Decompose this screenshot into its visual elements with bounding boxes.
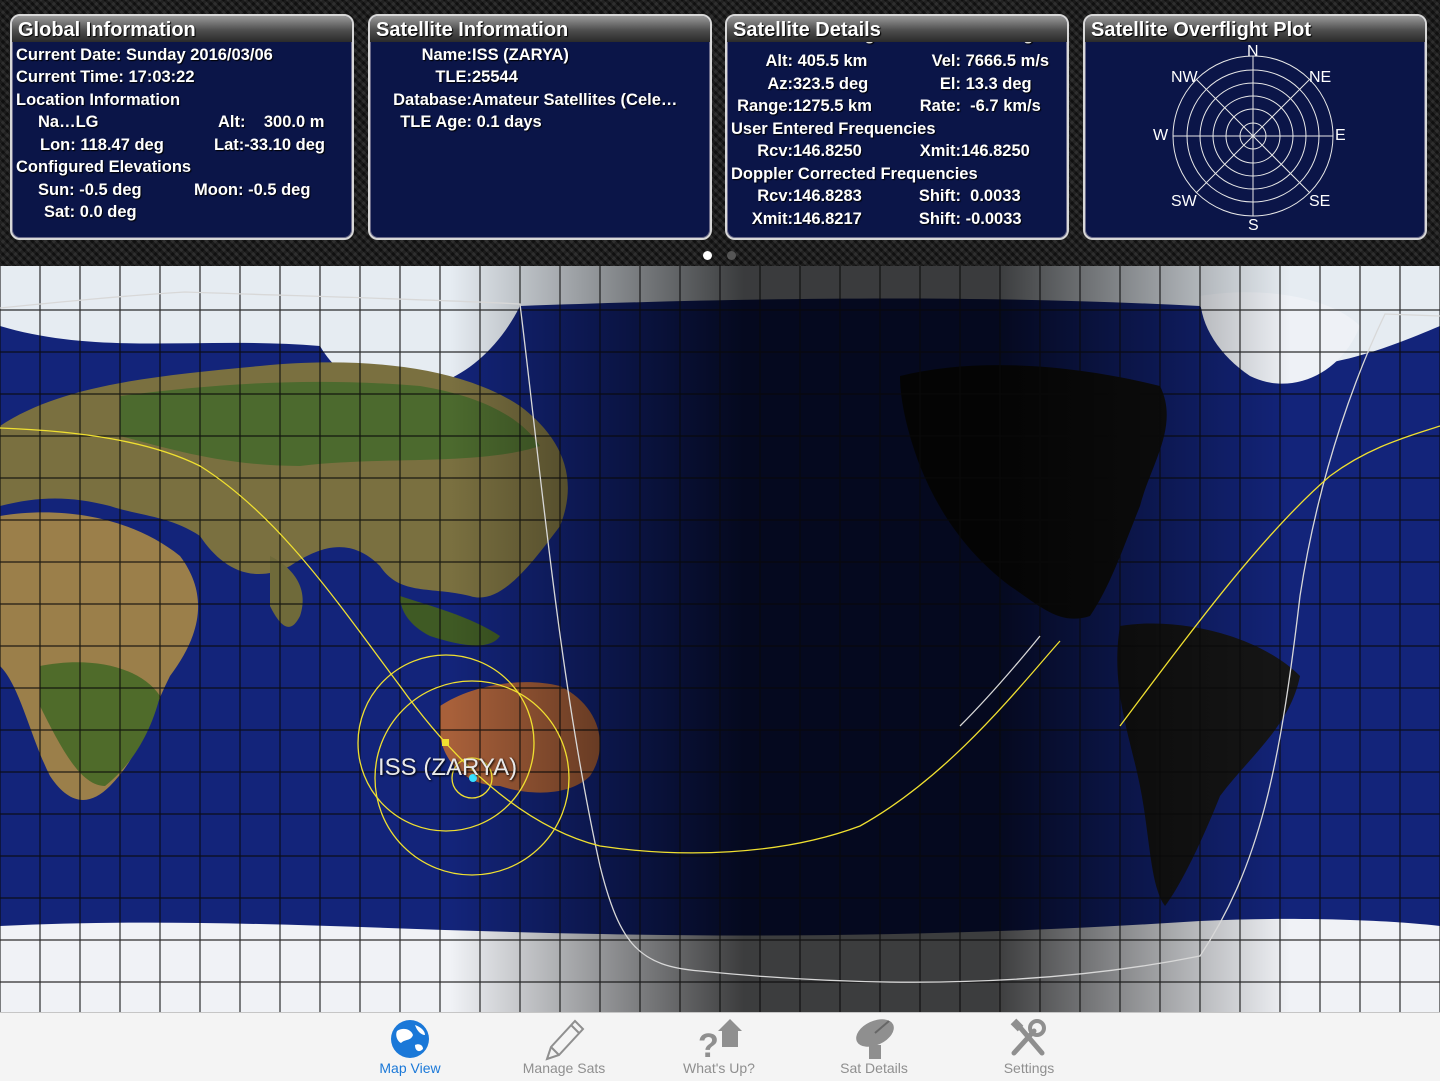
sat-database-row: Database:Amateur Satellites (Cele… [393,91,678,109]
globe-icon [391,1020,429,1058]
sun-elevation-row: Sun: -0.5 deg [38,181,142,199]
tab-label: Sat Details [840,1060,908,1076]
sat-elevation-row: Sat: 0.0 deg [44,203,137,221]
global-information-panel: Global Information Current Date: Sunday … [10,14,354,240]
compass-ne: NE [1309,69,1331,86]
map-canvas[interactable] [0,266,1440,1012]
overflight-plot-panel: Satellite Overflight Plot N NE E SE S SW… [1083,14,1427,240]
doppler-shift-row: Shift: 0.0033 [918,187,1021,205]
page-indicator[interactable] [703,250,743,262]
panel-title: Global Information [12,16,352,42]
question-house-icon: ? [698,1019,742,1061]
rate-row: Rate: -6.7 km/s [919,97,1041,115]
tab-sat-details[interactable]: Sat Details [809,1013,939,1081]
compass-s: S [1248,217,1259,234]
info-panels-strip: Global Information Current Date: Sunday … [0,0,1440,266]
user-frequencies-header: User Entered Frequencies [731,120,936,138]
tab-map-view[interactable]: Map View [345,1013,475,1081]
compass-n: N [1247,43,1259,60]
page-dot[interactable] [727,251,736,260]
sat-tle-age-row: TLE Age: 0.1 days [400,113,542,131]
current-date-row: Current Date: Sunday 2016/03/06 [16,46,273,64]
panel-title: Satellite Information [370,16,710,42]
location-alt-row: Alt: 300.0 m [218,113,325,131]
sat-tle-row: TLE:25544 [435,68,518,86]
tab-label: Map View [379,1060,441,1076]
dish-icon [856,1019,894,1059]
tab-label: Settings [1003,1060,1055,1076]
el-row: El: 13.3 deg [939,75,1032,93]
world-map[interactable]: ISS (ZARYA) [0,266,1440,1012]
doppler-shift2-row: Shift: -0.0033 [918,210,1022,228]
page-dot-active[interactable] [703,251,712,260]
tab-whats-up[interactable]: ? What's Up? [654,1013,784,1081]
svg-text:?: ? [698,1027,719,1061]
location-name: Na…LG [38,113,99,131]
tab-settings[interactable]: Settings [964,1013,1094,1081]
xmit-row: Xmit:146.8250 [919,142,1030,160]
polar-plot: N NE E SE S SW W NW [1153,43,1346,234]
sat-name-row: Name:ISS (ZARYA) [421,46,569,64]
tab-label: What's Up? [683,1060,755,1076]
elevations-header: Configured Elevations [16,158,192,176]
night-shadow [450,266,1290,1012]
compass-e: E [1335,127,1346,144]
satellite-marker[interactable] [442,739,449,746]
satellite-details-panel[interactable]: Lon: 111.6 deg Lat: -24.0 deg Satellite … [725,14,1069,240]
pencil-icon [545,1019,585,1061]
compass-se: SE [1309,193,1330,210]
satellite-information-panel: Satellite Information Name:ISS (ZARYA) T… [368,14,712,240]
current-time-row: Current Time: 17:03:22 [16,68,195,86]
tab-label: Manage Sats [522,1060,606,1076]
compass-nw: NW [1171,69,1199,86]
location-lon-row: Lon: 118.47 deg [40,136,164,154]
tab-bar: Map View Manage Sats ? What's Up? Sat De… [0,1012,1440,1081]
tab-manage-sats[interactable]: Manage Sats [499,1013,629,1081]
vel-row: Vel: 7666.5 m/s [931,52,1050,70]
tools-icon [1010,1018,1046,1056]
compass-w: W [1153,127,1169,144]
location-header: Location Information [16,91,181,109]
satellite-map-label[interactable]: ISS (ZARYA) [378,754,517,782]
compass-sw: SW [1171,193,1198,210]
location-lat-row: Lat:-33.10 deg [214,136,325,154]
panel-title: Satellite Details [727,16,1067,42]
moon-elevation-row: Moon: -0.5 deg [194,181,311,199]
doppler-header: Doppler Corrected Frequencies [731,165,978,183]
